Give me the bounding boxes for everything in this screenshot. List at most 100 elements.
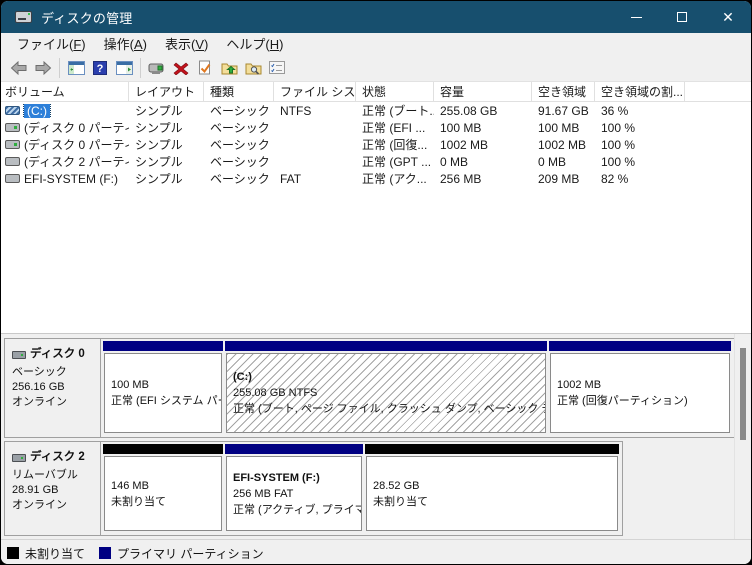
- cell-status: 正常 (GPT ...: [356, 153, 434, 170]
- cell-pct: 100 %: [595, 121, 685, 135]
- menu-view[interactable]: 表示(V): [156, 32, 217, 55]
- cell-type: ベーシック: [204, 153, 274, 170]
- help-icon[interactable]: ?: [88, 56, 112, 80]
- primary-partition-swatch: [99, 547, 111, 559]
- menu-help[interactable]: ヘルプ(H): [217, 32, 292, 55]
- volume-name: EFI-SYSTEM (F:): [24, 172, 118, 186]
- cell-pct: 100 %: [595, 155, 685, 169]
- forward-icon[interactable]: [31, 56, 55, 80]
- disk0-partition-recovery[interactable]: 1002 MB 正常 (回復パーティション): [549, 341, 731, 435]
- table-row[interactable]: (ディスク 0 パーティシ... シンプル ベーシック 正常 (回復... 10…: [1, 136, 751, 153]
- menu-bar: ファイル(F) 操作(A) 表示(V) ヘルプ(H): [1, 33, 751, 54]
- cell-layout: シンプル: [129, 153, 204, 170]
- disk-0-size: 256.16 GB: [12, 380, 96, 395]
- scrollbar-thumb[interactable]: [740, 348, 746, 440]
- col-header-free-pct[interactable]: 空き領域の割...: [595, 82, 685, 101]
- disk2-unallocated-2[interactable]: 28.52 GB 未割り当て: [365, 444, 619, 533]
- close-button[interactable]: ✕: [705, 1, 751, 33]
- cell-type: ベーシック: [204, 170, 274, 187]
- volume-list-pane: ボリューム レイアウト 種類 ファイル システム 状態 容量 空き領域 空き領域…: [1, 82, 751, 334]
- cell-free: 91.67 GB: [532, 104, 595, 118]
- cell-free: 209 MB: [532, 172, 595, 186]
- cell-capacity: 1002 MB: [434, 138, 532, 152]
- table-row[interactable]: EFI-SYSTEM (F:) シンプル ベーシック FAT 正常 (アク...…: [1, 170, 751, 187]
- cell-capacity: 256 MB: [434, 172, 532, 186]
- cell-pct: 82 %: [595, 172, 685, 186]
- col-header-capacity[interactable]: 容量: [434, 82, 532, 101]
- maximize-button[interactable]: [659, 1, 705, 33]
- cell-type: ベーシック: [204, 102, 274, 119]
- disk-icon: [12, 351, 26, 359]
- disk-2-row: ディスク 2 リムーバブル 28.91 GB オンライン 146 MB 未割り当…: [4, 441, 623, 536]
- col-header-blank: [685, 82, 751, 101]
- disk-2-kind: リムーバブル: [12, 468, 96, 483]
- partition-color-bar: [549, 341, 731, 351]
- disk-2-size: 28.91 GB: [12, 483, 96, 498]
- disk-0-row: ディスク 0 ベーシック 256.16 GB オンライン 100 MB 正常 (…: [4, 338, 735, 438]
- volume-drive-icon: [5, 174, 20, 183]
- volume-name: (ディスク 0 パーティシ...: [24, 136, 129, 153]
- menu-action[interactable]: 操作(A): [95, 32, 156, 55]
- cell-status: 正常 (アク...: [356, 170, 434, 187]
- cell-capacity: 0 MB: [434, 155, 532, 169]
- table-row[interactable]: (ディスク 2 パーティシ... シンプル ベーシック 正常 (GPT ... …: [1, 153, 751, 170]
- disk-0-label[interactable]: ディスク 0 ベーシック 256.16 GB オンライン: [5, 339, 101, 437]
- cell-free: 1002 MB: [532, 138, 595, 152]
- volume-drive-icon: [5, 106, 20, 115]
- minimize-button[interactable]: [613, 1, 659, 33]
- disk0-partition-efi[interactable]: 100 MB 正常 (EFI システム パー: [103, 341, 223, 435]
- titlebar: ディスクの管理 ✕: [1, 1, 751, 33]
- cell-fs: NTFS: [274, 104, 356, 118]
- folder-up-icon[interactable]: [217, 56, 241, 80]
- volume-drive-icon: [5, 140, 20, 149]
- action-pane-icon[interactable]: [112, 56, 136, 80]
- cell-pct: 36 %: [595, 104, 685, 118]
- volume-name-selected: (C:): [24, 104, 50, 118]
- table-row[interactable]: (C:) シンプル ベーシック NTFS 正常 (ブート... 255.08 G…: [1, 102, 751, 119]
- menu-file[interactable]: ファイル(F): [8, 32, 95, 55]
- cell-free: 100 MB: [532, 121, 595, 135]
- volume-name: (ディスク 0 パーティシ...: [24, 119, 129, 136]
- disk-2-status: オンライン: [12, 498, 96, 513]
- cell-type: ベーシック: [204, 119, 274, 136]
- vertical-scrollbar[interactable]: [734, 334, 751, 539]
- disk2-unallocated-1[interactable]: 146 MB 未割り当て: [103, 444, 223, 533]
- disk-icon: [12, 454, 26, 462]
- cell-layout: シンプル: [129, 102, 204, 119]
- col-header-volume[interactable]: ボリューム: [1, 82, 129, 101]
- disk0-partition-c[interactable]: (C:) 255.08 GB NTFS 正常 (ブート, ページ ファイル, ク…: [225, 341, 547, 435]
- device-icon[interactable]: [145, 56, 169, 80]
- volume-name: (ディスク 2 パーティシ...: [24, 153, 129, 170]
- folder-search-icon[interactable]: [241, 56, 265, 80]
- cell-capacity: 100 MB: [434, 121, 532, 135]
- partition-color-bar: [103, 444, 223, 454]
- cell-status: 正常 (回復...: [356, 136, 434, 153]
- partition-color-bar: [365, 444, 619, 454]
- task-check-icon[interactable]: [193, 56, 217, 80]
- col-header-free[interactable]: 空き領域: [532, 82, 595, 101]
- cell-type: ベーシック: [204, 136, 274, 153]
- col-header-filesystem[interactable]: ファイル システム: [274, 82, 356, 101]
- col-header-layout[interactable]: レイアウト: [129, 82, 204, 101]
- disk2-partition-efi-system[interactable]: EFI-SYSTEM (F:) 256 MB FAT 正常 (アクティブ, プラ…: [225, 444, 363, 533]
- disk-drive-app-icon: [15, 10, 33, 24]
- console-tree-icon[interactable]: [64, 56, 88, 80]
- maximize-icon: [677, 12, 687, 22]
- table-row[interactable]: (ディスク 0 パーティシ... シンプル ベーシック 正常 (EFI ... …: [1, 119, 751, 136]
- partition-color-bar: [103, 341, 223, 351]
- partition-color-bar: [225, 444, 363, 454]
- delete-icon[interactable]: [169, 56, 193, 80]
- cell-layout: シンプル: [129, 119, 204, 136]
- back-icon[interactable]: [7, 56, 31, 80]
- disk-2-label[interactable]: ディスク 2 リムーバブル 28.91 GB オンライン: [5, 442, 101, 535]
- cell-status: 正常 (ブート...: [356, 102, 434, 119]
- col-header-type[interactable]: 種類: [204, 82, 274, 101]
- cell-layout: シンプル: [129, 136, 204, 153]
- col-header-status[interactable]: 状態: [356, 82, 434, 101]
- cell-fs: FAT: [274, 172, 356, 186]
- legend-bar: 未割り当て プライマリ パーティション: [1, 539, 751, 565]
- cell-pct: 100 %: [595, 138, 685, 152]
- disk-0-status: オンライン: [12, 395, 96, 410]
- toolbar: ?: [1, 54, 751, 82]
- checklist-icon[interactable]: [265, 56, 289, 80]
